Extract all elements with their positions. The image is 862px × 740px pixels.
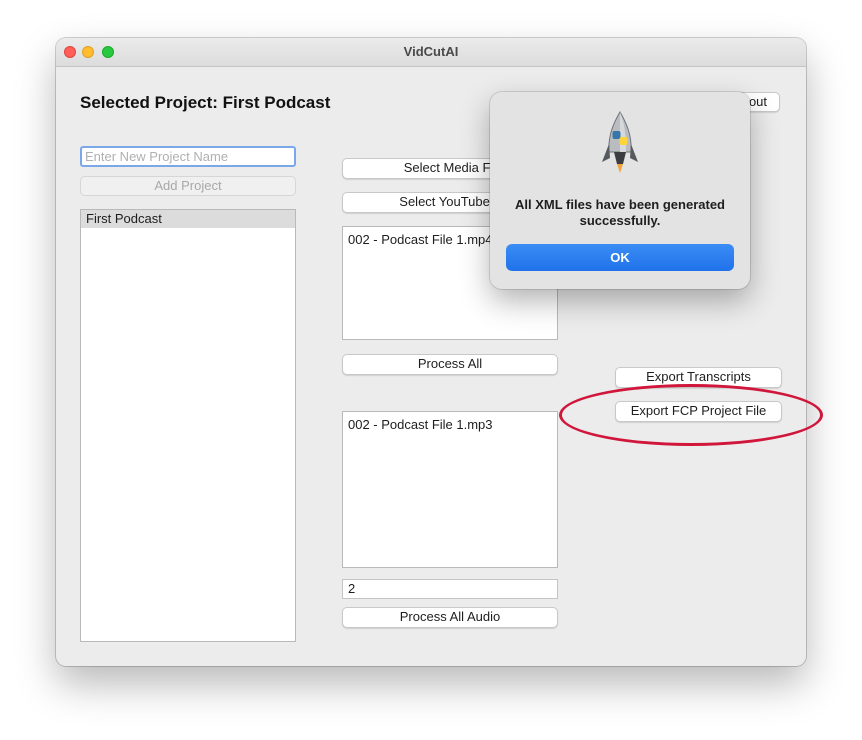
process-all-button[interactable]: Process All [342, 354, 558, 375]
project-list-item[interactable]: First Podcast [81, 210, 295, 228]
process-all-audio-button[interactable]: Process All Audio [342, 607, 558, 628]
alert-message: All XML files have been generated succes… [515, 197, 725, 228]
audio-file-list[interactable]: 002 - Podcast File 1.mp3 [342, 411, 558, 568]
selected-project-title: Selected Project: First Podcast [80, 93, 331, 112]
add-project-button[interactable]: Add Project [80, 176, 296, 196]
new-project-name-input[interactable] [80, 146, 296, 167]
ok-button[interactable]: OK [506, 244, 734, 271]
python-launcher-rocket-icon [600, 110, 640, 174]
project-list[interactable]: First Podcast [80, 209, 296, 642]
highlight-ellipse-annotation [559, 384, 823, 446]
title-bar: VidCutAI [56, 38, 806, 67]
audio-count-field[interactable]: 2 [342, 579, 558, 599]
window-title: VidCutAI [403, 44, 459, 59]
audio-file-item[interactable]: 002 - Podcast File 1.mp3 [343, 412, 557, 432]
success-alert-dialog: All XML files have been generated succes… [490, 92, 750, 289]
